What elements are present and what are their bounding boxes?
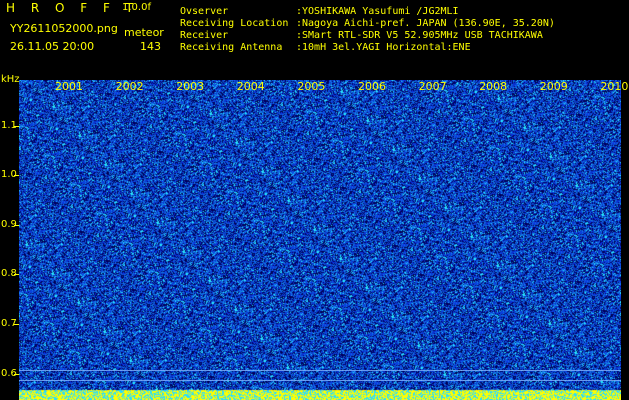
time-label: 2005 — [297, 80, 326, 93]
receiver-label: Receiver — [180, 30, 229, 41]
time-label: 2001 — [55, 80, 83, 93]
file-name: YY2611052000.png — [10, 22, 118, 35]
marker-line-upper — [19, 370, 621, 371]
observer-value: :YOSHIKAWA Yasufumi /JG2MLI — [296, 6, 459, 17]
observer-label: Ovserver — [180, 6, 229, 17]
antenna-label: Receiving Antenna — [180, 42, 283, 53]
y-tick-mark — [14, 126, 19, 127]
y-tick-mark — [14, 374, 19, 375]
time-label: 2010 — [600, 80, 629, 93]
location-value: :Nagoya Aichi-pref. JAPAN (136.90E, 35.2… — [296, 18, 555, 29]
time-label: 2009 — [539, 80, 568, 93]
axis-unit-label: kHz — [1, 74, 20, 85]
app-version: 1.0.0f — [122, 2, 151, 13]
antenna-value: :10mH 3el.YAGI Horizontal:ENE — [296, 42, 471, 53]
time-label: 2007 — [418, 80, 447, 93]
waterfall-spectrogram — [19, 80, 621, 400]
y-tick-mark — [14, 225, 19, 226]
time-label: 2008 — [479, 80, 508, 93]
y-tick-mark — [14, 274, 19, 275]
app-title: H R O F F T — [6, 1, 140, 15]
location-label: Receiving Location — [180, 18, 289, 29]
time-label: 2004 — [236, 80, 265, 93]
datetime: 26.11.05 20:00 — [10, 40, 95, 53]
marker-line-lower — [19, 380, 621, 381]
meteor-count: 143 — [140, 40, 161, 53]
receiver-value: :SMart RTL-SDR V5 52.905MHz USB TACHIKAW… — [296, 30, 543, 41]
mode-label: meteor — [124, 26, 164, 39]
y-tick-mark — [14, 324, 19, 325]
time-label: 2002 — [115, 80, 144, 93]
time-label: 2006 — [358, 80, 386, 93]
y-tick-mark — [14, 175, 19, 176]
time-label: 2003 — [176, 80, 205, 93]
